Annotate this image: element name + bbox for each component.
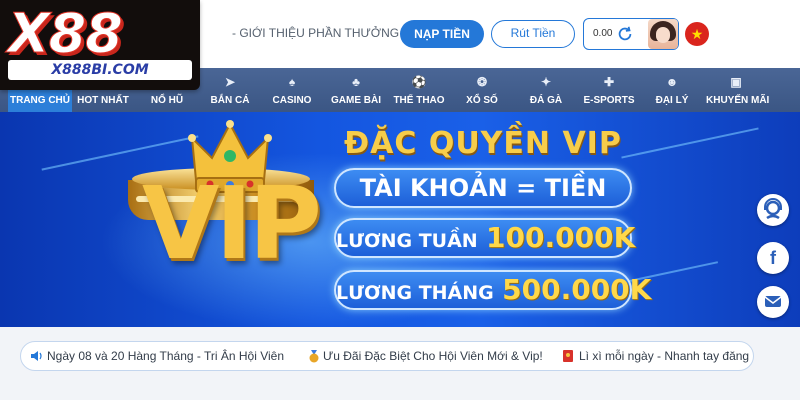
page: - GIỚI THIỆU PHẦN THƯỞNG NẠP TIỀN Rút Ti… (0, 0, 800, 400)
logo-text: X88 (8, 2, 124, 66)
nav-item-the-thao[interactable]: ⚽ THỂ THAO (392, 68, 446, 112)
fish-icon: ➤ (224, 75, 236, 89)
banner-line3: LƯƠNG THÁNG 500.000K (336, 272, 651, 308)
light-streak (621, 127, 759, 159)
user-avatar[interactable] (648, 19, 678, 49)
agent-icon: ☻ (665, 75, 679, 89)
vip-big-text: VIP (142, 165, 322, 282)
announcement-marquee: Ngày 08 và 20 Hàng Tháng - Tri Ân Hội Vi… (20, 341, 754, 371)
gamepad-icon: ✚ (603, 75, 615, 89)
banner-line2: LƯƠNG TUẦN 100.000K (336, 220, 635, 256)
balance-value: 0.00 (593, 28, 613, 39)
medal-icon (309, 350, 319, 363)
vip-promo-banner[interactable]: VIP ĐẶC QUYỀN VIP TÀI KHOẢN = TIỀN LƯƠNG… (0, 112, 800, 327)
intro-rewards-link[interactable]: - GIỚI THIỆU PHẦN THƯỞNG (232, 26, 399, 40)
nav-item-label: E-SPORTS (583, 95, 635, 106)
nav-item-label: BẮN CÁ (210, 95, 250, 106)
weekly-salary-amount: 100.000K (486, 221, 636, 254)
nav-item-khuyen-mai[interactable]: ▣ KHUYẾN MÃI (706, 68, 770, 112)
monthly-salary-label: LƯƠNG THÁNG (336, 282, 494, 304)
red-envelope-icon (563, 350, 573, 362)
speaker-icon (31, 351, 42, 361)
deposit-button[interactable]: NẠP TIỀN (400, 20, 484, 48)
nav-item-label: XỔ SỐ (466, 95, 498, 106)
nav-item-label: ĐÁ GÀ (529, 95, 563, 106)
rooster-icon: ✦ (540, 75, 552, 89)
nav-item-label: TRANG CHỦ (10, 95, 70, 106)
marquee-item[interactable]: Ngày 08 và 20 Hàng Tháng - Tri Ân Hội Vi… (47, 342, 284, 370)
support-agent-icon[interactable] (757, 194, 789, 226)
nav-item-label: NỔ HŨ (150, 95, 184, 106)
nav-item-xo-so[interactable]: ❂ XỔ SỐ (456, 68, 508, 112)
weekly-salary-label: LƯƠNG TUẦN (336, 230, 478, 252)
banner-pill-monthly: LƯƠNG THÁNG 500.000K (334, 270, 651, 310)
banner-pill-weekly: LƯƠNG TUẦN 100.000K (334, 218, 635, 258)
banner-pill-account: TÀI KHOẢN = TIỀN (334, 168, 632, 208)
soccer-ball-icon: ⚽ (411, 75, 427, 89)
banner-line1: TÀI KHOẢN = TIỀN (359, 174, 607, 202)
facebook-icon[interactable]: f (757, 242, 789, 274)
nav-item-da-ga[interactable]: ✦ ĐÁ GÀ (520, 68, 572, 112)
nav-item-label: KHUYẾN MÃI (706, 95, 770, 106)
balance-box: 0.00 (583, 18, 679, 50)
vietnam-flag-icon[interactable]: ★ (685, 22, 709, 46)
logo-domain: X888BI.COM (8, 60, 192, 80)
refresh-icon[interactable] (616, 25, 634, 43)
marquee-item[interactable]: Lì xì mỗi ngày - Nhanh tay đăng k (579, 342, 753, 370)
brand-logo[interactable]: X88 X888BI.COM (0, 0, 200, 90)
nav-item-label: THỂ THAO (393, 95, 445, 106)
nav-item-label: HOT NHẤT (77, 95, 129, 106)
message-icon[interactable] (757, 286, 789, 318)
nav-item-label: GAME BÀI (331, 95, 381, 106)
nav-item-label: CASINO (272, 95, 312, 106)
withdraw-button[interactable]: Rút Tiền (491, 20, 575, 48)
cards-icon: ♣ (352, 75, 360, 89)
nav-item-e-sports[interactable]: ✚ E-SPORTS (582, 68, 636, 112)
nav-item-dai-ly[interactable]: ☻ ĐẠI LÝ (646, 68, 698, 112)
lottery-icon: ❂ (476, 75, 488, 89)
gift-icon: ▣ (730, 75, 742, 89)
nav-item-casino[interactable]: ♠ CASINO (266, 68, 318, 112)
monthly-salary-amount: 500.000K (502, 273, 652, 306)
nav-item-game-bai[interactable]: ♣ GAME BÀI (328, 68, 384, 112)
marquee-item[interactable]: Ưu Đãi Đặc Biệt Cho Hội Viên Mới & Vip! (323, 342, 543, 370)
nav-item-ban-ca[interactable]: ➤ BẮN CÁ (204, 68, 256, 112)
nav-item-label: ĐẠI LÝ (655, 95, 689, 106)
casino-icon: ♠ (288, 75, 296, 89)
banner-title: ĐẶC QUYỀN VIP (344, 126, 622, 161)
